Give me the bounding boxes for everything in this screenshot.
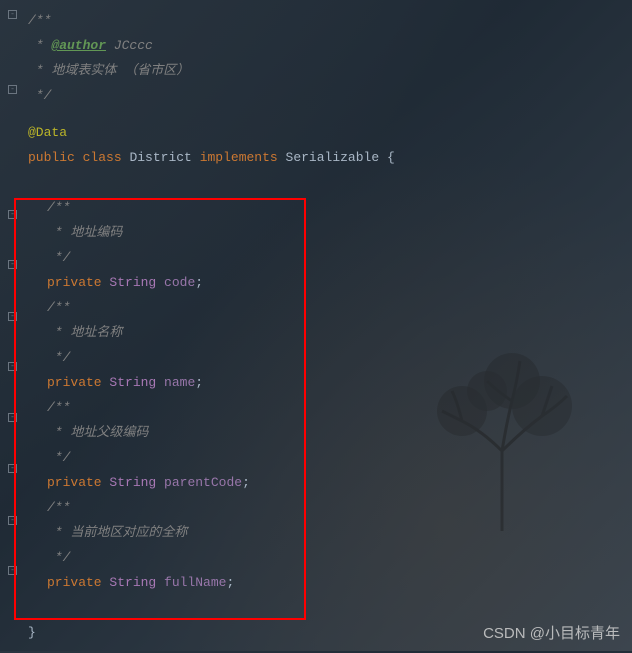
code-line: */: [0, 245, 632, 270]
fold-marker-icon[interactable]: -: [8, 260, 17, 269]
code-line: * 当前地区对应的全称: [0, 520, 632, 545]
field-name: fullName: [164, 575, 226, 590]
keyword: public: [28, 150, 75, 165]
code-line: private String parentCode;: [0, 470, 632, 495]
annotation: @Data: [28, 125, 67, 140]
fold-marker-icon[interactable]: -: [8, 413, 17, 422]
class-name: District: [129, 150, 191, 165]
code-line: * 地域表实体 （省市区）: [0, 58, 632, 83]
fold-marker-icon[interactable]: -: [8, 312, 17, 321]
code-line: * 地址父级编码: [0, 420, 632, 445]
fold-marker-icon[interactable]: -: [8, 362, 17, 371]
code-line: private String code;: [0, 270, 632, 295]
code-line: * @author JCccc: [0, 33, 632, 58]
code-line: private String name;: [0, 370, 632, 395]
code-line: /**: [0, 195, 632, 220]
comment-text: */: [28, 88, 51, 103]
code-line: [0, 595, 632, 620]
fold-marker-icon[interactable]: -: [8, 85, 17, 94]
javadoc-tag: @author: [51, 38, 106, 53]
code-line: public class District implements Seriali…: [0, 145, 632, 170]
fold-marker-icon[interactable]: -: [8, 566, 17, 575]
comment-text: /**: [28, 13, 51, 28]
code-editor[interactable]: - - /** * @author JCccc * 地域表实体 （省市区） */…: [0, 0, 632, 653]
code-line: */: [0, 83, 632, 108]
code-line: [0, 108, 632, 120]
code-line: * 地址名称: [0, 320, 632, 345]
code-line: /**: [0, 395, 632, 420]
code-line: /**: [0, 495, 632, 520]
code-line: * 地址编码: [0, 220, 632, 245]
fold-marker-icon[interactable]: -: [8, 210, 17, 219]
comment-text: * 地域表实体 （省市区）: [28, 63, 189, 78]
code-line: [0, 170, 632, 195]
code-line: */: [0, 345, 632, 370]
field-name: name: [164, 375, 195, 390]
code-line: /**: [0, 8, 632, 33]
code-line: /**: [0, 295, 632, 320]
interface-name: Serializable: [286, 150, 380, 165]
keyword: class: [83, 150, 122, 165]
author-name: JCccc: [106, 38, 153, 53]
fold-marker-icon[interactable]: -: [8, 516, 17, 525]
watermark-text: CSDN @小目标青年: [483, 622, 620, 643]
fold-marker-icon[interactable]: -: [8, 10, 17, 19]
keyword: implements: [200, 150, 278, 165]
code-line: @Data: [0, 120, 632, 145]
code-line: */: [0, 545, 632, 570]
code-line: */: [0, 445, 632, 470]
field-name: parentCode: [164, 475, 242, 490]
close-brace: }: [28, 625, 36, 640]
fold-marker-icon[interactable]: -: [8, 464, 17, 473]
code-line: private String fullName;: [0, 570, 632, 595]
field-name: code: [164, 275, 195, 290]
